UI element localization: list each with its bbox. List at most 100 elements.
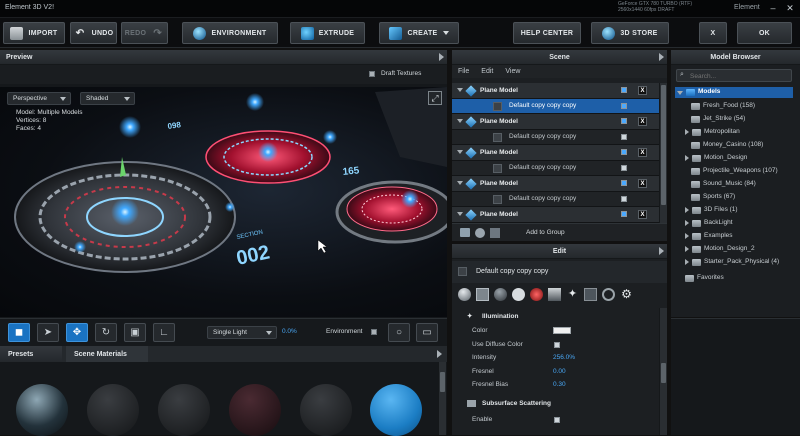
- search-input[interactable]: [690, 71, 788, 81]
- view-mode-dropdown[interactable]: Perspective: [7, 92, 71, 105]
- edit-scrollbar[interactable]: [659, 308, 667, 435]
- camera-icon[interactable]: ◼: [8, 323, 30, 342]
- environment-checkbox[interactable]: [371, 329, 377, 335]
- tab-scene-materials[interactable]: Scene Materials: [66, 346, 148, 362]
- collapse-icon[interactable]: [457, 150, 463, 155]
- specular-icon[interactable]: [494, 287, 507, 301]
- panel-arrow-icon[interactable]: [659, 247, 664, 255]
- tree-item[interactable]: Jet_Strike (54): [691, 113, 745, 125]
- undo-button[interactable]: ↶ UNDO: [70, 22, 117, 44]
- presets-scrollbar[interactable]: [438, 362, 446, 435]
- material-swatch[interactable]: [300, 384, 352, 436]
- folder-icon[interactable]: [460, 228, 470, 237]
- visibility-checkbox[interactable]: [621, 87, 627, 93]
- scene-group-row[interactable]: Plane Model X: [452, 83, 659, 99]
- tree-item[interactable]: Starter_Pack_Physical (4): [685, 256, 779, 268]
- gear-icon[interactable]: ⚙: [620, 287, 633, 301]
- tree-item[interactable]: 3D Files (1): [685, 204, 738, 216]
- tree-item[interactable]: Projectile_Weapons (107): [691, 165, 778, 177]
- scene-scrollbar[interactable]: [659, 83, 667, 223]
- tab-presets[interactable]: Presets: [0, 346, 62, 362]
- tree-item[interactable]: Sports (67): [691, 191, 735, 203]
- scene-group-row[interactable]: Plane Model X: [452, 176, 659, 192]
- model-search-field[interactable]: ⌕: [676, 69, 792, 82]
- scene-material-row[interactable]: Default copy copy copy: [452, 160, 659, 176]
- delete-icon[interactable]: X: [638, 179, 647, 188]
- tree-item[interactable]: Sound_Music (84): [691, 178, 756, 190]
- tree-item[interactable]: Motion_Design_2: [685, 243, 755, 255]
- use-diffuse-checkbox[interactable]: [554, 341, 560, 348]
- diffuse-icon[interactable]: [458, 287, 471, 301]
- lighting-percent[interactable]: 0.0%: [282, 328, 297, 335]
- visibility-checkbox[interactable]: [621, 133, 627, 140]
- texture-icon[interactable]: [476, 287, 489, 301]
- delete-icon[interactable]: X: [638, 148, 647, 157]
- material-swatch[interactable]: [87, 384, 139, 436]
- collapse-icon[interactable]: [457, 181, 463, 186]
- enable-checkbox[interactable]: [554, 416, 560, 423]
- close-window-button[interactable]: ✕: [783, 1, 797, 15]
- scene-material-row[interactable]: Default copy copy copy: [452, 98, 659, 114]
- minimize-button[interactable]: –: [766, 1, 780, 15]
- bevel-icon[interactable]: [548, 287, 561, 301]
- scene-group-row[interactable]: Plane Model X: [452, 145, 659, 161]
- scene-material-row[interactable]: Default copy copy copy: [452, 129, 659, 145]
- delete-icon[interactable]: X: [638, 117, 647, 126]
- cancel-button[interactable]: X: [699, 22, 727, 44]
- illumination-icon[interactable]: [530, 287, 543, 301]
- tree-item-favorites[interactable]: Favorites: [685, 272, 724, 284]
- light-bulb-icon[interactable]: ✦: [566, 288, 579, 301]
- fresnel-value[interactable]: 0.00: [553, 368, 566, 375]
- collapse-icon[interactable]: [457, 88, 463, 93]
- delete-icon[interactable]: X: [638, 86, 647, 95]
- tree-item[interactable]: Money_Casino (108): [691, 139, 763, 151]
- ok-button[interactable]: OK: [737, 22, 792, 44]
- scene-group-row[interactable]: Plane Model X: [452, 207, 659, 223]
- visibility-checkbox[interactable]: [621, 195, 627, 202]
- visibility-checkbox[interactable]: [621, 180, 627, 186]
- fresnel-bias-value[interactable]: 0.30: [553, 381, 566, 388]
- color-swatch[interactable]: [553, 327, 571, 335]
- add-to-group-button[interactable]: Add to Group: [526, 229, 565, 236]
- scale-icon[interactable]: ▣: [124, 323, 146, 342]
- menu-edit[interactable]: Edit: [481, 68, 493, 75]
- tree-item[interactable]: Fresh_Food (158): [691, 100, 755, 112]
- visibility-checkbox[interactable]: [621, 164, 627, 171]
- group-icon[interactable]: [490, 228, 500, 238]
- tree-item[interactable]: Examples: [685, 230, 733, 242]
- visibility-checkbox[interactable]: [621, 149, 627, 155]
- material-swatch[interactable]: [229, 384, 281, 436]
- help-center-button[interactable]: HELP CENTER: [513, 22, 581, 44]
- rotate-icon[interactable]: ↻: [95, 323, 117, 342]
- draft-textures-checkbox[interactable]: [369, 71, 375, 77]
- intensity-value[interactable]: 256.0%: [553, 354, 575, 361]
- import-button[interactable]: IMPORT: [3, 22, 65, 44]
- material-swatch[interactable]: [16, 384, 68, 436]
- illumination-section[interactable]: ✦ Illumination: [452, 308, 659, 324]
- shade-mode-dropdown[interactable]: Shaded: [80, 92, 135, 105]
- panel-arrow-icon[interactable]: [439, 53, 444, 61]
- maximize-viewport-icon[interactable]: ⤢: [428, 91, 442, 105]
- material-swatch[interactable]: [370, 384, 422, 436]
- extrude-button[interactable]: EXTRUDE: [290, 22, 365, 44]
- tree-item[interactable]: Metropolitan: [685, 126, 740, 138]
- tree-item[interactable]: BackLight: [685, 217, 733, 229]
- subsurface-section[interactable]: Subsurface Scattering: [452, 395, 659, 413]
- sphere-icon[interactable]: [475, 228, 485, 238]
- select-arrow-icon[interactable]: ➤: [37, 323, 59, 342]
- material-swatch[interactable]: [158, 384, 210, 436]
- monitor-icon[interactable]: ▭: [416, 323, 438, 342]
- tree-item[interactable]: Motion_Design: [685, 152, 747, 164]
- grid-icon[interactable]: [584, 287, 597, 301]
- delete-icon[interactable]: X: [638, 210, 647, 219]
- scene-group-row[interactable]: Plane Model X: [452, 114, 659, 130]
- shadow-icon[interactable]: [602, 287, 615, 301]
- reflection-icon[interactable]: [512, 287, 525, 301]
- environment-button[interactable]: ENVIRONMENT: [182, 22, 278, 44]
- 3d-store-button[interactable]: 3D STORE: [591, 22, 669, 44]
- create-button[interactable]: CREATE: [379, 22, 459, 44]
- panel-arrow-icon[interactable]: [659, 53, 664, 61]
- redo-button[interactable]: REDO ↷: [121, 22, 168, 44]
- move-icon[interactable]: ✥: [66, 323, 88, 342]
- 3d-viewport[interactable]: SECTION 002 165 098 Perspective Shaded M…: [0, 87, 447, 317]
